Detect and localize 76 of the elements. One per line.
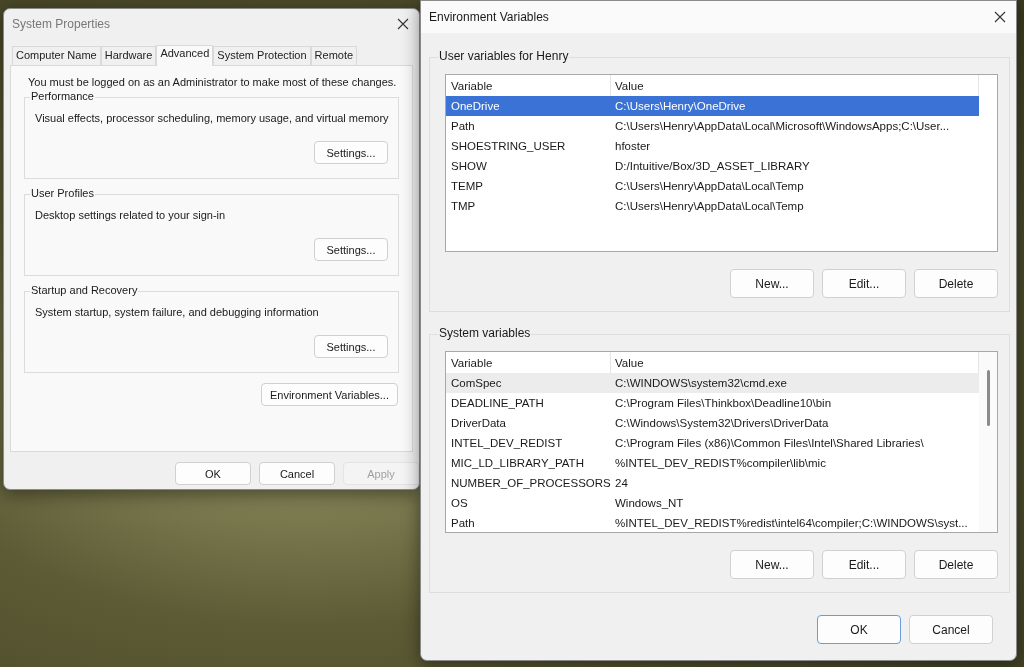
table-row[interactable]: MIC_LD_LIBRARY_PATH %INTEL_DEV_REDIST%compiler\lib\mic: [446, 453, 979, 473]
table-cell-text: TEMP: [450, 180, 484, 192]
table-cell-text: Windows_NT: [614, 497, 685, 509]
table-cell-text: %INTEL_DEV_REDIST%compiler\lib\mic: [614, 457, 827, 469]
table-row[interactable]: DEADLINE_PATH C:\Program Files\Thinkbox\Deadline10\bin: [446, 393, 979, 413]
group-title: User Profiles: [30, 187, 95, 199]
group-title: System variables: [438, 326, 532, 340]
table-cell-text: C:\Program Files (x86)\Common Files\Intel\Shared Libraries\: [614, 437, 925, 449]
table-cell-text: C:\Users\Henry\AppData\Local\Temp: [614, 200, 805, 212]
table-cell-text: ComSpec: [450, 377, 503, 389]
table-row[interactable]: SHOESTRING_USER hfoster: [446, 136, 979, 156]
table-row[interactable]: TMP C:\Users\Henry\AppData\Local\Temp: [446, 196, 979, 216]
table-cell-text: C:\WINDOWS\system32\cmd.exe: [614, 377, 788, 389]
scrollbar-thumb[interactable]: [987, 370, 990, 426]
tab[interactable]: Computer Name: [12, 46, 101, 65]
environment-variables-button[interactable]: Environment Variables...: [260, 383, 398, 406]
table-cell-text: DEADLINE_PATH: [450, 397, 545, 409]
window-title: Environment Variables: [429, 10, 549, 24]
table-cell-text: MIC_LD_LIBRARY_PATH: [450, 457, 585, 469]
list-action-button[interactable]: New...: [730, 550, 814, 579]
table-row[interactable]: Path C:\Users\Henry\AppData\Local\Microsoft\WindowsApps;C:\User...: [446, 116, 979, 136]
table-cell-text: 24: [614, 477, 629, 489]
tab[interactable]: Advanced: [156, 45, 214, 66]
settings-button[interactable]: Settings...: [314, 238, 388, 261]
table-cell-text: SHOESTRING_USER: [450, 140, 567, 152]
scrollbar[interactable]: [979, 352, 997, 532]
table-cell-text: OneDrive: [450, 100, 501, 112]
table-cell-text: C:\Windows\System32\Drivers\DriverData: [614, 417, 830, 429]
table-cell-text: hfoster: [614, 140, 652, 152]
table-cell-text: NUMBER_OF_PROCESSORS: [450, 477, 611, 489]
settings-button[interactable]: Settings...: [314, 141, 388, 164]
table-cell-text: C:\Program Files\Thinkbox\Deadline10\bin: [614, 397, 833, 409]
list-action-button[interactable]: Delete: [914, 550, 998, 579]
table-cell-text: C:\Users\Henry\AppData\Local\Microsoft\WindowsApps;C:\User...: [614, 120, 951, 132]
table-row[interactable]: ComSpec C:\WINDOWS\system32\cmd.exe: [446, 373, 979, 393]
group-title: User variables for Henry: [438, 49, 570, 63]
table-row[interactable]: OneDrive C:\Users\Henry\OneDrive: [446, 96, 979, 116]
dialog-button[interactable]: Cancel: [909, 615, 993, 644]
notice-text: You must be logged on as an Administrator to make most of these changes.: [28, 76, 398, 88]
close-icon[interactable]: [994, 11, 1006, 23]
table-row[interactable]: NUMBER_OF_PROCESSORS 24: [446, 473, 979, 493]
group-description: Visual effects, processor scheduling, memory usage, and virtual memory: [35, 112, 388, 124]
dialog-button[interactable]: OK: [817, 615, 901, 644]
list-action-button[interactable]: Edit...: [822, 269, 906, 298]
table-row[interactable]: OS Windows_NT: [446, 493, 979, 513]
table-cell-text: SHOW: [450, 160, 488, 172]
table-row[interactable]: DriverData C:\Windows\System32\Drivers\DriverData: [446, 413, 979, 433]
list-action-button[interactable]: Delete: [914, 269, 998, 298]
group-title: Performance: [30, 90, 95, 102]
table-cell-text: OS: [450, 497, 469, 509]
group-description: Desktop settings related to your sign-in: [35, 209, 227, 221]
group-description: System startup, system failure, and debugging information: [35, 306, 320, 318]
table-cell-text: Path: [450, 517, 476, 529]
group-title: Startup and Recovery: [30, 284, 139, 296]
table-cell-text: Path: [450, 120, 476, 132]
table-cell-text: D:/Intuitive/Box/3D_ASSET_LIBRARY: [614, 160, 811, 172]
table-cell-text: TMP: [450, 200, 477, 212]
table-row[interactable]: Path %INTEL_DEV_REDIST%redist\intel64\compiler;C:\WINDOWS\syst...: [446, 513, 979, 532]
table-cell-text: %INTEL_DEV_REDIST%redist\intel64\compiler;C:\WINDOWS\syst...: [614, 517, 969, 529]
tab[interactable]: System Protection: [213, 46, 311, 65]
tab[interactable]: Remote: [310, 46, 358, 65]
dialog-button[interactable]: OK: [175, 462, 251, 485]
table-cell-text: INTEL_DEV_REDIST: [450, 437, 564, 449]
window-title: System Properties: [12, 17, 111, 31]
table-cell-text: DriverData: [450, 417, 507, 429]
settings-button[interactable]: Settings...: [314, 335, 388, 358]
table-row[interactable]: SHOW D:/Intuitive/Box/3D_ASSET_LIBRARY: [446, 156, 979, 176]
list-action-button[interactable]: Edit...: [822, 550, 906, 579]
list-action-button[interactable]: New...: [730, 269, 814, 298]
table-cell-text: C:\Users\Henry\AppData\Local\Temp: [614, 180, 805, 192]
tab[interactable]: Hardware: [100, 46, 157, 65]
dialog-button[interactable]: Cancel: [259, 462, 335, 485]
table-cell-text: C:\Users\Henry\OneDrive: [614, 100, 747, 112]
close-icon[interactable]: [397, 18, 409, 30]
table-row[interactable]: TEMP C:\Users\Henry\AppData\Local\Temp: [446, 176, 979, 196]
table-row[interactable]: INTEL_DEV_REDIST C:\Program Files (x86)\Common Files\Intel\Shared Libraries\: [446, 433, 979, 453]
